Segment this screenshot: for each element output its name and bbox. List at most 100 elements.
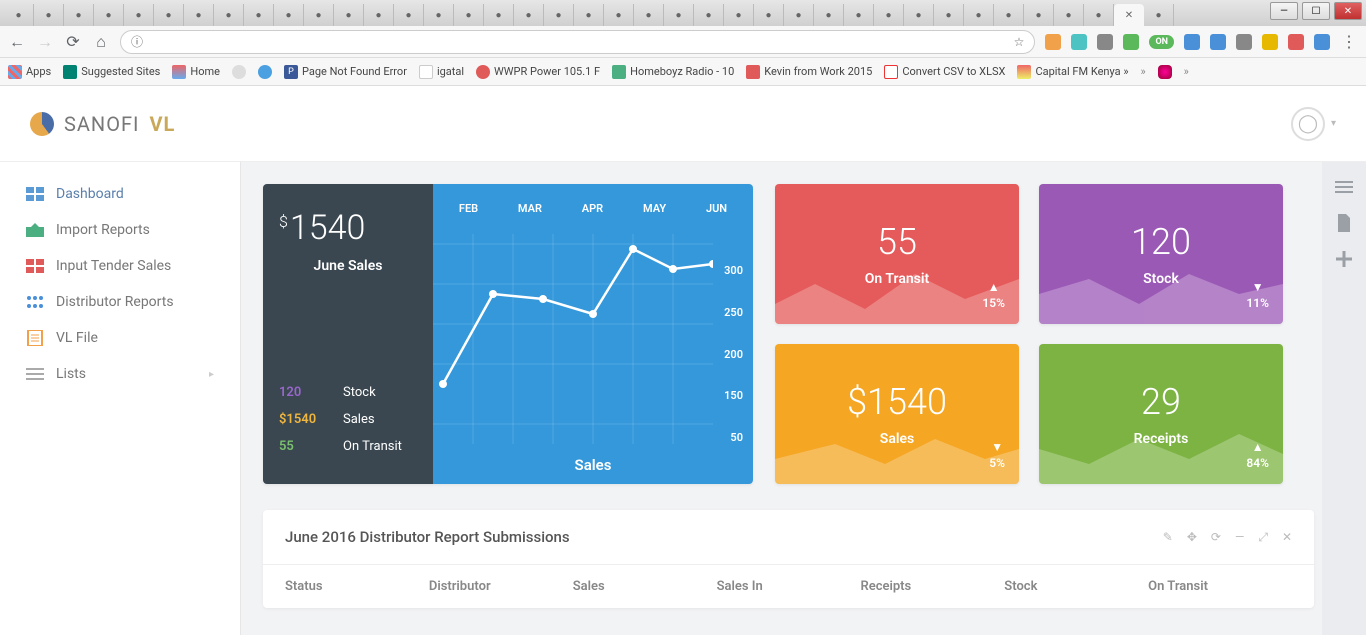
- browser-tab[interactable]: ●: [244, 4, 274, 26]
- browser-tab[interactable]: ●: [514, 4, 544, 26]
- browser-tab[interactable]: ●: [34, 4, 64, 26]
- bookmark[interactable]: [232, 65, 246, 79]
- browser-tab[interactable]: ●: [754, 4, 784, 26]
- ext-icon[interactable]: [1288, 34, 1304, 50]
- refresh-icon[interactable]: ⟳: [1211, 530, 1221, 545]
- forward-icon[interactable]: →: [36, 33, 54, 51]
- minimize-button[interactable]: —: [1270, 2, 1298, 20]
- browser-tab[interactable]: ●: [994, 4, 1024, 26]
- minimize-icon[interactable]: —: [1235, 530, 1244, 545]
- bookmark[interactable]: Home: [172, 65, 220, 79]
- browser-tab[interactable]: ●: [274, 4, 304, 26]
- browser-tab[interactable]: ●: [154, 4, 184, 26]
- bookmark[interactable]: Capital FM Kenya »: [1017, 65, 1128, 79]
- bookmark[interactable]: WWPR Power 105.1 F: [476, 65, 600, 79]
- edit-icon[interactable]: ✎: [1163, 530, 1173, 545]
- reload-icon[interactable]: ⟳: [64, 33, 82, 51]
- bookmark[interactable]: [258, 65, 272, 79]
- stat-card-stock[interactable]: 120 Stock ▼11%: [1039, 184, 1283, 324]
- bookmark[interactable]: igatal: [419, 65, 464, 79]
- browser-tab[interactable]: ●: [814, 4, 844, 26]
- sidebar-item-tender[interactable]: Input Tender Sales: [0, 248, 240, 284]
- col-header[interactable]: Sales In: [717, 579, 861, 594]
- sidebar-item-dashboard[interactable]: Dashboard: [0, 176, 240, 212]
- bookmark[interactable]: Homeboyz Radio - 10: [612, 65, 734, 79]
- browser-tab[interactable]: ●: [64, 4, 94, 26]
- ext-icon[interactable]: [1236, 34, 1252, 50]
- ext-icon[interactable]: [1097, 34, 1113, 50]
- col-header[interactable]: Receipts: [860, 579, 1004, 594]
- browser-tab[interactable]: ●: [184, 4, 214, 26]
- browser-tab[interactable]: ●: [1054, 4, 1084, 26]
- info-icon[interactable]: ⓘ: [131, 33, 143, 50]
- menu-icon[interactable]: ⋮: [1340, 33, 1358, 51]
- bookmark[interactable]: PPage Not Found Error: [284, 65, 407, 79]
- browser-tab[interactable]: ●: [904, 4, 934, 26]
- star-icon[interactable]: ☆: [1014, 35, 1025, 49]
- home-icon[interactable]: ⌂: [92, 33, 110, 51]
- avatar-caret-icon[interactable]: ▾: [1331, 118, 1336, 129]
- browser-tab[interactable]: ●: [634, 4, 664, 26]
- browser-tab[interactable]: ●: [604, 4, 634, 26]
- maximize-button[interactable]: ☐: [1302, 2, 1330, 20]
- browser-tab[interactable]: ●: [364, 4, 394, 26]
- rail-list-icon[interactable]: [1333, 178, 1355, 196]
- bookmark[interactable]: [1158, 65, 1172, 79]
- browser-tab[interactable]: ●: [1084, 4, 1114, 26]
- browser-tab[interactable]: ●: [934, 4, 964, 26]
- ext-icon[interactable]: [1071, 34, 1087, 50]
- bookmark[interactable]: Kevin from Work 2015: [746, 65, 872, 79]
- browser-tab[interactable]: ●: [394, 4, 424, 26]
- rail-plus-icon[interactable]: [1333, 250, 1355, 268]
- browser-tab[interactable]: ●: [1024, 4, 1054, 26]
- ext-icon[interactable]: [1184, 34, 1200, 50]
- browser-tab-active[interactable]: ✕: [1114, 4, 1144, 26]
- col-header[interactable]: Stock: [1004, 579, 1148, 594]
- browser-tab[interactable]: ●: [1144, 4, 1174, 26]
- expand-icon[interactable]: ⤢: [1258, 530, 1268, 545]
- brand[interactable]: SANOFI VL: [30, 112, 175, 136]
- ext-toggle[interactable]: ON: [1149, 35, 1174, 49]
- browser-tab[interactable]: ●: [874, 4, 904, 26]
- apps-bookmark[interactable]: Apps: [8, 65, 51, 79]
- browser-tab[interactable]: ●: [304, 4, 334, 26]
- bookmark[interactable]: Convert CSV to XLSX: [884, 65, 1005, 79]
- ext-icon[interactable]: [1210, 34, 1226, 50]
- browser-tab[interactable]: ●: [844, 4, 874, 26]
- browser-tab[interactable]: ●: [484, 4, 514, 26]
- ext-icon[interactable]: [1262, 34, 1278, 50]
- sidebar-item-distributor[interactable]: Distributor Reports: [0, 284, 240, 320]
- ext-icon[interactable]: [1123, 34, 1139, 50]
- browser-tab[interactable]: ●: [664, 4, 694, 26]
- move-icon[interactable]: ✥: [1187, 530, 1197, 545]
- browser-tab[interactable]: ●: [124, 4, 154, 26]
- url-input[interactable]: ⓘ ☆: [120, 30, 1035, 54]
- col-header[interactable]: Sales: [573, 579, 717, 594]
- close-icon[interactable]: ✕: [1282, 530, 1292, 545]
- sidebar-item-vlfile[interactable]: VL File: [0, 320, 240, 356]
- col-header[interactable]: Status: [285, 579, 429, 594]
- browser-tab[interactable]: ●: [544, 4, 574, 26]
- browser-tab[interactable]: ●: [214, 4, 244, 26]
- browser-tab[interactable]: ●: [784, 4, 814, 26]
- browser-tab[interactable]: ●: [334, 4, 364, 26]
- close-button[interactable]: ✕: [1334, 2, 1362, 20]
- col-header[interactable]: On Transit: [1148, 579, 1292, 594]
- browser-tab[interactable]: ●: [724, 4, 754, 26]
- browser-tab[interactable]: ●: [964, 4, 994, 26]
- stat-card-receipts[interactable]: 29 Receipts ▲84%: [1039, 344, 1283, 484]
- rail-file-icon[interactable]: [1333, 214, 1355, 232]
- browser-tab[interactable]: ●: [454, 4, 484, 26]
- browser-tab[interactable]: ●: [94, 4, 124, 26]
- ext-icon[interactable]: [1314, 34, 1330, 50]
- stat-card-sales[interactable]: $1540 Sales ▼5%: [775, 344, 1019, 484]
- browser-tab[interactable]: ●: [424, 4, 454, 26]
- col-header[interactable]: Distributor: [429, 579, 573, 594]
- ext-icon[interactable]: [1045, 34, 1061, 50]
- sidebar-item-lists[interactable]: Lists ▸: [0, 356, 240, 392]
- sidebar-item-import[interactable]: Import Reports: [0, 212, 240, 248]
- back-icon[interactable]: ←: [8, 33, 26, 51]
- browser-tab[interactable]: ●: [4, 4, 34, 26]
- browser-tab[interactable]: ●: [574, 4, 604, 26]
- browser-tab[interactable]: ●: [694, 4, 724, 26]
